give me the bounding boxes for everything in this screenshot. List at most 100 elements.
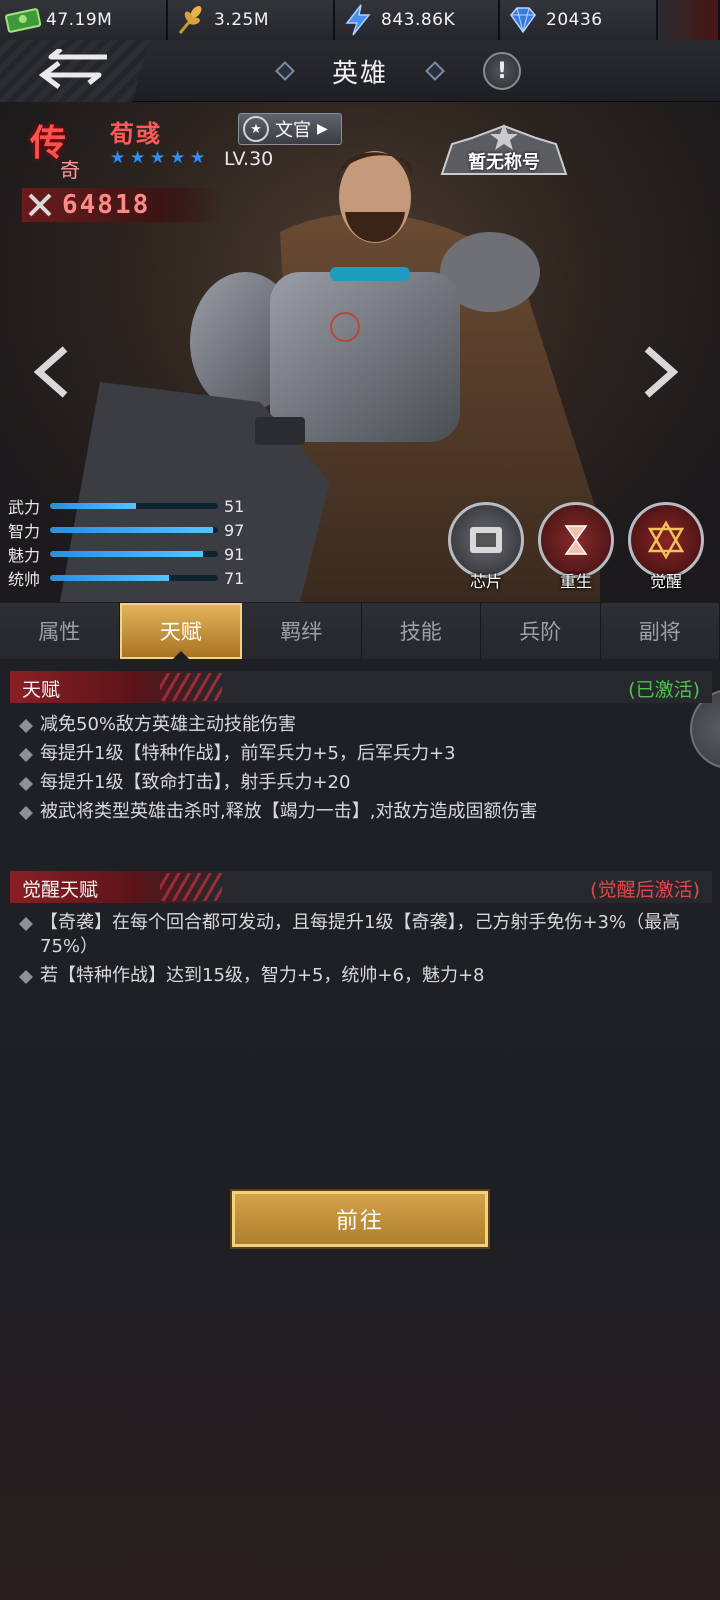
diamond-ornament-icon <box>425 61 445 81</box>
resource-bar: 47.19M 3.25M 843.86K 20436 <box>0 0 720 40</box>
star-icon: ★ <box>170 148 186 168</box>
stat-row: 智力 97 <box>8 518 248 542</box>
title-badge[interactable]: 暂无称号 <box>432 124 576 182</box>
talent-item: 每提升1级【特种作战】，前军兵力+5，后军兵力+3 <box>16 742 706 766</box>
cash-value: 47.19M <box>46 10 113 30</box>
talent-section-header: 天赋 (已激活) <box>10 671 712 703</box>
info-button[interactable]: ! <box>483 52 521 90</box>
stat-bar <box>50 503 218 509</box>
talent-item-text: 每提升1级【特种作战】，前军兵力+5，后军兵力+3 <box>40 743 456 764</box>
chip-button[interactable]: 芯片 <box>448 502 524 592</box>
talent-item-text: 被武将类型英雄击杀时,释放【竭力一击】,对敌方造成固额伤害 <box>40 801 538 822</box>
tab-bonds[interactable]: 羁绊 <box>242 603 362 659</box>
diamond-bullet-icon <box>19 917 33 931</box>
stat-value: 71 <box>224 568 245 588</box>
stat-row: 武力 51 <box>8 494 248 518</box>
awaken-talent-list: 【奇袭】在每个回合都可发动，且每提升1级【奇袭】，己方射手免伤+3%（最高75%… <box>16 911 706 993</box>
star-icon: ★ <box>110 148 126 168</box>
stat-bar <box>50 527 218 533</box>
title-badge-text: 暂无称号 <box>468 152 540 173</box>
talent-item-text: 【奇袭】在每个回合都可发动，且每提升1级【奇袭】，己方射手免伤+3%（最高75%… <box>40 912 681 957</box>
stat-bar <box>50 575 218 581</box>
role-badge[interactable]: ★ 文官 ▶ <box>238 113 342 145</box>
awaken-section-header: 觉醒天赋 (觉醒后激活) <box>10 871 712 903</box>
hero-level: LV.30 <box>224 148 274 170</box>
stat-value: 97 <box>224 520 245 540</box>
awaken-button[interactable]: 觉醒 <box>628 502 704 592</box>
diamond-bullet-icon <box>19 719 33 733</box>
diamond-bullet-icon <box>19 970 33 984</box>
stat-row: 魅力 91 <box>8 542 248 566</box>
stat-bar-fill <box>50 551 203 557</box>
crossed-swords-icon <box>28 193 52 217</box>
page-title: 英雄 <box>0 40 720 102</box>
next-hero-button[interactable] <box>636 342 686 402</box>
info-icon: ! <box>496 58 508 84</box>
resource-energy[interactable]: 843.86K <box>335 0 500 40</box>
star-icon: ★ <box>130 148 146 168</box>
title-bar: 英雄 ! <box>0 40 720 102</box>
resource-cash[interactable]: 47.19M <box>0 0 168 40</box>
page-title-text: 英雄 <box>331 58 388 89</box>
hero-panel: 传 奇 荀彧 ★ 文官 ▶ ★ ★ ★ ★ ★ LV.30 64818 暂无称号… <box>0 102 720 602</box>
stat-row: 统帅 71 <box>8 566 248 590</box>
tab-troop-rank[interactable]: 兵阶 <box>481 603 601 659</box>
resource-food[interactable]: 3.25M <box>168 0 335 40</box>
tab-talent[interactable]: 天赋 <box>119 603 242 659</box>
hero-name: 荀彧 <box>110 120 162 148</box>
stat-label: 魅力 <box>8 546 41 565</box>
talent-section-title: 天赋 <box>22 679 61 701</box>
prev-hero-button[interactable] <box>26 342 76 402</box>
talent-item: 减免50%敌方英雄主动技能伤害 <box>16 713 706 737</box>
chip-icon <box>448 502 524 578</box>
rarity-badge: 传 奇 <box>20 112 100 182</box>
rebirth-button[interactable]: 重生 <box>538 502 614 592</box>
header-stripes <box>160 873 222 901</box>
wheat-icon <box>168 0 214 40</box>
talent-item: 若【特种作战】达到15级，智力+5，统帅+6，魅力+8 <box>16 964 706 988</box>
resource-diamond[interactable]: 20436 <box>500 0 658 40</box>
diamond-value: 20436 <box>546 10 603 30</box>
talent-content: 天赋 (已激活) 减免50%敌方英雄主动技能伤害每提升1级【特种作战】，前军兵力… <box>0 659 720 1600</box>
diamond-bullet-icon <box>19 777 33 791</box>
star-icon: ★ <box>190 148 206 168</box>
detail-tabs: 属性 天赋 羁绊 技能 兵阶 副将 <box>0 603 720 659</box>
combat-power-value: 64818 <box>62 190 151 220</box>
food-value: 3.25M <box>214 10 270 30</box>
energy-value: 843.86K <box>381 10 456 30</box>
chip-label: 芯片 <box>469 572 502 591</box>
talent-status: (已激活) <box>628 679 700 701</box>
rebirth-label: 重生 <box>559 572 592 591</box>
talent-item: 【奇袭】在每个回合都可发动，且每提升1级【奇袭】，己方射手免伤+3%（最高75%… <box>16 911 706 959</box>
cash-icon <box>0 0 46 40</box>
play-arrow-icon: ▶ <box>317 121 328 137</box>
go-button[interactable]: 前往 <box>230 1189 490 1249</box>
tab-deputy[interactable]: 副将 <box>600 603 720 659</box>
talent-item-text: 若【特种作战】达到15级，智力+5，统帅+6，魅力+8 <box>40 965 485 986</box>
diamond-ornament-icon <box>275 61 295 81</box>
talent-item-text: 每提升1级【致命打击】，射手兵力+20 <box>40 772 351 793</box>
rarity-bottom-text: 奇 <box>60 158 80 182</box>
tab-attributes[interactable]: 属性 <box>0 603 120 659</box>
energy-icon <box>335 0 381 40</box>
diamond-icon <box>500 0 546 40</box>
combat-power: 64818 <box>22 188 222 222</box>
talent-list: 减免50%敌方英雄主动技能伤害每提升1级【特种作战】，前军兵力+5，后军兵力+3… <box>16 713 706 829</box>
chevron-left-icon <box>33 346 68 398</box>
stat-bar-fill <box>50 527 213 533</box>
stat-label: 武力 <box>8 498 41 517</box>
rebirth-icon <box>538 502 614 578</box>
stat-bar-fill <box>50 503 136 509</box>
star-emblem-icon: ★ <box>243 116 269 142</box>
talent-item: 被武将类型英雄击杀时,释放【竭力一击】,对敌方造成固额伤害 <box>16 800 706 824</box>
stat-value: 51 <box>224 496 245 516</box>
awaken-status: (觉醒后激活) <box>590 879 700 901</box>
awaken-label: 觉醒 <box>649 572 682 591</box>
stat-label: 智力 <box>8 522 41 541</box>
diamond-bullet-icon <box>19 806 33 820</box>
tab-skills[interactable]: 技能 <box>361 603 481 659</box>
talent-item: 每提升1级【致命打击】，射手兵力+20 <box>16 771 706 795</box>
header-stripes <box>160 673 222 701</box>
hero-stars: ★ ★ ★ ★ ★ <box>110 148 206 168</box>
stat-label: 统帅 <box>8 570 41 589</box>
